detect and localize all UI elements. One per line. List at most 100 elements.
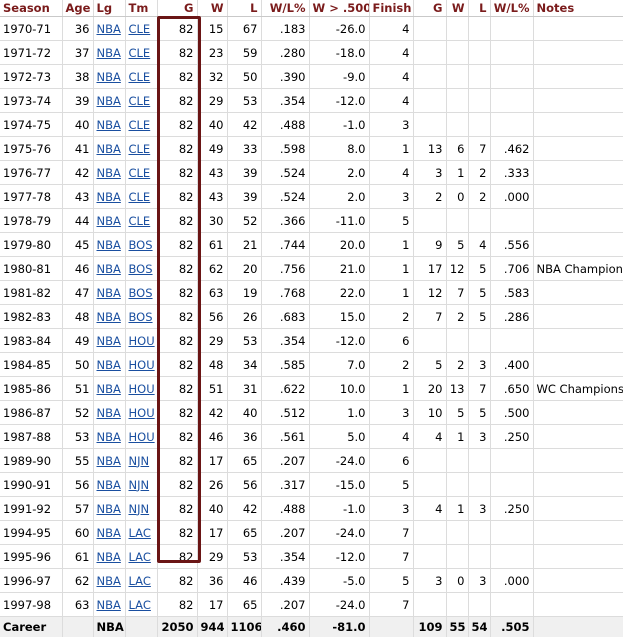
team-link: LAC	[125, 545, 157, 569]
w-over-500-cell: 22.0	[309, 281, 369, 305]
finish-cell: 2	[369, 305, 413, 329]
games-cell: 82	[157, 257, 197, 281]
season-cell: 1983-84	[0, 329, 62, 353]
losses-cell: 67	[227, 17, 261, 41]
season-cell: 1971-72	[0, 41, 62, 65]
col-header-notes[interactable]: Notes	[533, 0, 623, 17]
col-header-playoff-wl-pct[interactable]: W/L%	[490, 0, 533, 17]
losses-cell: 26	[227, 305, 261, 329]
team-link[interactable]: NJN	[129, 478, 150, 492]
col-header-w[interactable]: W	[197, 0, 227, 17]
league-link[interactable]: NBA	[97, 286, 121, 300]
team-link[interactable]: LAC	[129, 526, 151, 540]
team-link[interactable]: CLE	[129, 142, 151, 156]
league-link[interactable]: NBA	[97, 190, 121, 204]
playoff-w-cell	[446, 113, 468, 137]
league-link[interactable]: NBA	[97, 430, 121, 444]
team-link[interactable]: HOU	[129, 382, 155, 396]
playoff-wl-pct-cell: .583	[490, 281, 533, 305]
col-header-age[interactable]: Age	[62, 0, 93, 17]
team-link[interactable]: LAC	[129, 598, 151, 612]
col-header-playoff-l[interactable]: L	[468, 0, 490, 17]
wl-pct-cell: .207	[261, 593, 309, 617]
age-cell: 49	[62, 329, 93, 353]
col-header-finish[interactable]: Finish	[369, 0, 413, 17]
col-header-season[interactable]: Season	[0, 0, 62, 17]
col-header-wl-pct[interactable]: W/L%	[261, 0, 309, 17]
wl-pct-cell: .280	[261, 41, 309, 65]
team-link[interactable]: HOU	[129, 358, 155, 372]
table-row: 1984-8550NBAHOU824834.5857.02523.400	[0, 353, 623, 377]
career-playoff-w: 55	[446, 617, 468, 637]
team-link[interactable]: NJN	[129, 502, 150, 516]
league-link[interactable]: NBA	[97, 454, 121, 468]
league-link[interactable]: NBA	[97, 262, 121, 276]
age-cell: 50	[62, 353, 93, 377]
team-link[interactable]: CLE	[129, 22, 151, 36]
col-header-playoff-g[interactable]: G	[413, 0, 446, 17]
team-link[interactable]: HOU	[129, 430, 155, 444]
notes-cell	[533, 449, 623, 473]
league-link[interactable]: NBA	[97, 142, 121, 156]
league-link[interactable]: NBA	[97, 22, 121, 36]
col-header-w-over-500[interactable]: W > .500	[309, 0, 369, 17]
league-link[interactable]: NBA	[97, 94, 121, 108]
col-header-l[interactable]: L	[227, 0, 261, 17]
col-header-tm[interactable]: Tm	[125, 0, 157, 17]
league-link[interactable]: NBA	[97, 46, 121, 60]
league-link[interactable]: NBA	[97, 406, 121, 420]
playoff-wl-pct-cell: .250	[490, 425, 533, 449]
team-link[interactable]: LAC	[129, 550, 151, 564]
col-header-playoff-w[interactable]: W	[446, 0, 468, 17]
league-link: NBA	[93, 473, 125, 497]
team-link[interactable]: CLE	[129, 166, 151, 180]
league-link[interactable]: NBA	[97, 598, 121, 612]
w-over-500-cell: -12.0	[309, 545, 369, 569]
team-link[interactable]: NJN	[129, 454, 150, 468]
league-link: NBA	[93, 305, 125, 329]
league-link[interactable]: NBA	[97, 502, 121, 516]
league-link[interactable]: NBA	[97, 478, 121, 492]
team-link[interactable]: CLE	[129, 190, 151, 204]
games-cell: 82	[157, 425, 197, 449]
col-header-lg[interactable]: Lg	[93, 0, 125, 17]
team-link[interactable]: CLE	[129, 94, 151, 108]
playoff-g-cell: 2	[413, 185, 446, 209]
league-link[interactable]: NBA	[97, 310, 121, 324]
season-cell: 1976-77	[0, 161, 62, 185]
team-link[interactable]: BOS	[129, 310, 153, 324]
notes-cell	[533, 425, 623, 449]
notes-cell	[533, 41, 623, 65]
team-link[interactable]: BOS	[129, 262, 153, 276]
league-link[interactable]: NBA	[97, 358, 121, 372]
team-link[interactable]: CLE	[129, 70, 151, 84]
age-cell: 38	[62, 65, 93, 89]
league-link[interactable]: NBA	[97, 214, 121, 228]
league-link[interactable]: NBA	[97, 118, 121, 132]
league-link[interactable]: NBA	[97, 334, 121, 348]
notes-cell	[533, 281, 623, 305]
league-link[interactable]: NBA	[97, 166, 121, 180]
season-cell: 1972-73	[0, 65, 62, 89]
col-header-g[interactable]: G	[157, 0, 197, 17]
table-row: 1983-8449NBAHOU822953.354-12.06	[0, 329, 623, 353]
league-link[interactable]: NBA	[97, 70, 121, 84]
table-row: 1991-9257NBANJN824042.488-1.03413.250	[0, 497, 623, 521]
team-link[interactable]: CLE	[129, 214, 151, 228]
team-link[interactable]: CLE	[129, 118, 151, 132]
team-link[interactable]: BOS	[129, 286, 153, 300]
playoff-g-cell: 4	[413, 497, 446, 521]
career-wl-pct: .460	[261, 617, 309, 637]
team-link[interactable]: CLE	[129, 46, 151, 60]
team-link[interactable]: HOU	[129, 406, 155, 420]
table-row: 1978-7944NBACLE823052.366-11.05	[0, 209, 623, 233]
league-link: NBA	[93, 281, 125, 305]
league-link[interactable]: NBA	[97, 550, 121, 564]
team-link[interactable]: HOU	[129, 334, 155, 348]
league-link[interactable]: NBA	[97, 382, 121, 396]
league-link[interactable]: NBA	[97, 526, 121, 540]
games-cell: 82	[157, 497, 197, 521]
team-link[interactable]: BOS	[129, 238, 153, 252]
losses-cell: 39	[227, 185, 261, 209]
league-link[interactable]: NBA	[97, 238, 121, 252]
